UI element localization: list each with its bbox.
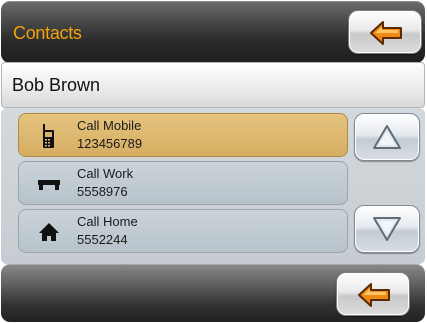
scroll-up-button[interactable] [354,113,420,161]
page-title: Contacts [13,23,82,43]
list-item-label: Call Home [77,214,138,229]
list-item-label: Call Work [77,166,134,181]
list-item-number: 123456789 [77,136,143,151]
mobile-phone-icon [43,124,54,148]
work-icon [38,180,60,190]
header-bar: Contacts [1,1,425,63]
arrow-left-icon [370,21,402,45]
list-item-call-home[interactable]: Call Home 5552244 [18,209,348,253]
header-back-button[interactable] [348,10,422,54]
contact-name-bar: Bob Brown [1,62,425,108]
footer-bar [1,264,425,322]
list-item-number: 5552244 [77,232,128,247]
arrow-left-icon [358,283,390,307]
call-options-list: Call Mobile 123456789 Call Work 5558976 … [1,108,425,264]
list-item-number: 5558976 [77,184,128,199]
list-item-call-work[interactable]: Call Work 5558976 [18,161,348,205]
home-icon [39,223,59,241]
footer-back-button[interactable] [336,272,410,316]
list-item-label: Call Mobile [77,118,142,133]
arrow-up-icon [373,125,401,149]
scroll-down-button[interactable] [354,205,420,253]
contact-name: Bob Brown [12,75,101,95]
list-item-call-mobile[interactable]: Call Mobile 123456789 [18,113,348,157]
contacts-screen: Contacts Bob Brown Call Mobile 123456789… [0,0,427,323]
arrow-down-icon [373,217,401,241]
